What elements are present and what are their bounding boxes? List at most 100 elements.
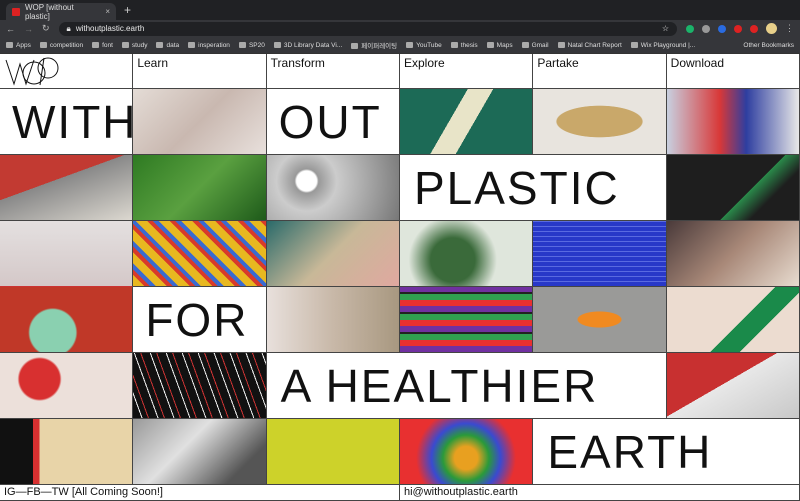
bookmark-icon xyxy=(156,41,164,48)
bookmark-label: Natal Chart Report xyxy=(567,41,622,49)
bookmark-icon xyxy=(92,41,100,48)
extension-icon[interactable] xyxy=(718,24,726,33)
email-link[interactable]: hi@withoutplastic.earth xyxy=(399,485,800,501)
image-tile[interactable] xyxy=(133,155,267,221)
page-grid: Learn Transform Explore Partake Download… xyxy=(0,53,800,501)
bookmark-item[interactable]: YouTube xyxy=(406,42,442,49)
social-links[interactable]: IG—FB—TW [All Coming Soon!] xyxy=(0,485,400,501)
image-tile[interactable] xyxy=(0,155,134,221)
image-tile[interactable] xyxy=(533,287,667,353)
new-tab-button[interactable]: + xyxy=(124,3,131,17)
headline-earth: EARTH xyxy=(533,419,800,485)
image-tile[interactable] xyxy=(266,287,400,353)
bookmark-label: YouTube xyxy=(416,41,442,49)
bookmark-label: font xyxy=(102,41,113,49)
image-tile[interactable] xyxy=(133,89,267,155)
bookmark-item[interactable]: insperation xyxy=(188,42,230,49)
other-bookmarks[interactable]: Other Bookmarks xyxy=(743,42,794,49)
bookmark-icon xyxy=(486,41,494,48)
image-tile[interactable] xyxy=(133,419,267,485)
extension-icon[interactable] xyxy=(750,24,758,33)
bookmark-label: study xyxy=(131,41,148,49)
bookmark-item[interactable]: font xyxy=(92,42,113,49)
nav-transform[interactable]: Transform xyxy=(266,54,400,89)
browser-tab[interactable]: WOP [without plastic] × xyxy=(6,3,116,21)
image-tile[interactable] xyxy=(666,89,800,155)
headline-with: WITH xyxy=(0,89,134,155)
bookmark-item[interactable]: competition xyxy=(39,41,84,49)
bookmark-item[interactable]: study xyxy=(121,41,148,49)
headline-out: OUT xyxy=(266,89,400,155)
image-tile[interactable] xyxy=(666,353,800,419)
extensions: ⋮ xyxy=(686,23,794,34)
bookmark-item[interactable]: Apps xyxy=(6,42,31,49)
bookmark-icon xyxy=(238,41,246,48)
close-tab-icon[interactable]: × xyxy=(105,7,110,16)
bookmark-item[interactable]: SP20 xyxy=(238,41,265,49)
bookmark-label: SP20 xyxy=(248,41,265,49)
bookmark-icon xyxy=(630,41,638,48)
bookmark-item[interactable]: data xyxy=(156,42,179,49)
bookmark-item[interactable]: 페이퍼레이팅 xyxy=(351,40,397,50)
back-icon[interactable]: ← xyxy=(6,24,15,34)
extension-icon[interactable] xyxy=(734,24,742,33)
image-tile[interactable] xyxy=(399,221,534,287)
reload-icon[interactable]: ↻ xyxy=(42,23,50,34)
bookmark-item[interactable]: Wix Playground |... xyxy=(630,41,696,49)
image-tile[interactable] xyxy=(533,89,667,155)
image-tile[interactable] xyxy=(399,89,534,155)
bookmark-icon xyxy=(351,43,359,50)
nav-download[interactable]: Download xyxy=(666,54,800,89)
forward-icon[interactable]: → xyxy=(24,24,33,34)
bookmark-icon xyxy=(273,41,281,48)
menu-icon[interactable]: ⋮ xyxy=(785,23,794,34)
bookmark-item[interactable]: Natal Chart Report xyxy=(557,41,622,49)
image-tile[interactable] xyxy=(133,221,267,287)
wop-logo[interactable] xyxy=(0,54,134,89)
image-tile[interactable] xyxy=(133,353,267,419)
image-tile[interactable] xyxy=(266,221,400,287)
bookmark-item[interactable]: Maps xyxy=(486,41,513,49)
bookmark-icon xyxy=(450,41,458,48)
bookmark-icon xyxy=(406,41,414,48)
address-bar-row: ← → ↻ 🔒︎ withoutplastic.earth ☆ ⋮ xyxy=(0,20,800,37)
bookmark-item[interactable]: thesis xyxy=(450,41,478,49)
bookmark-item[interactable]: 3D Library Data Vi... xyxy=(273,41,343,49)
nav-learn[interactable]: Learn xyxy=(133,54,267,89)
url-text: withoutplastic.earth xyxy=(75,24,145,33)
bookmark-label: Gmail xyxy=(531,41,549,49)
bookmark-label: 3D Library Data Vi... xyxy=(283,41,343,49)
bookmark-item[interactable]: Gmail xyxy=(521,41,549,49)
avatar[interactable] xyxy=(766,23,777,34)
image-tile[interactable] xyxy=(399,419,534,485)
image-tile[interactable] xyxy=(666,221,800,287)
nav-explore[interactable]: Explore xyxy=(399,54,534,89)
headline-for: FOR xyxy=(133,287,267,353)
image-tile[interactable] xyxy=(0,287,134,353)
grammarly-icon[interactable] xyxy=(686,24,694,33)
image-tile[interactable] xyxy=(0,419,134,485)
image-tile[interactable] xyxy=(533,221,667,287)
bookmark-label: competition xyxy=(49,41,84,49)
image-tile[interactable] xyxy=(266,419,400,485)
lock-icon: 🔒︎ xyxy=(66,23,71,33)
image-tile[interactable] xyxy=(666,287,800,353)
bookmark-label: Wix Playground |... xyxy=(640,41,696,49)
favicon-icon xyxy=(12,7,20,16)
bookmark-icon xyxy=(121,41,129,48)
url-field[interactable]: 🔒︎ withoutplastic.earth ☆ xyxy=(58,21,677,36)
extension-icon[interactable] xyxy=(702,24,710,33)
image-tile[interactable] xyxy=(266,155,400,221)
bookmark-label: Maps xyxy=(496,41,513,49)
image-tile[interactable] xyxy=(0,353,134,419)
image-tile[interactable] xyxy=(0,221,134,287)
image-tile[interactable] xyxy=(666,155,800,221)
nav-partake[interactable]: Partake xyxy=(533,54,667,89)
bookmark-label: insperation xyxy=(198,41,230,49)
headline-plastic: PLASTIC xyxy=(399,155,667,221)
star-icon[interactable]: ☆ xyxy=(662,24,669,33)
image-tile[interactable] xyxy=(399,287,534,353)
bookmark-label: Apps xyxy=(16,41,31,49)
browser-tab-bar: WOP [without plastic] × + xyxy=(0,0,800,21)
bookmark-icon xyxy=(39,41,47,48)
